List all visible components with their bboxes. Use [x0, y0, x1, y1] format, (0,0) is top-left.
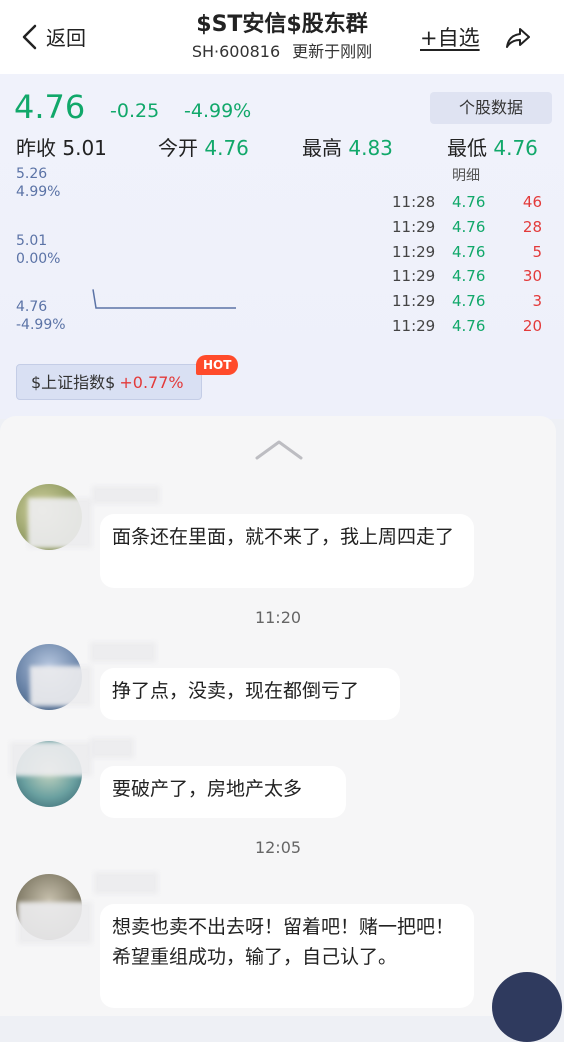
- top-bar: 返回 $ST安信$股东群 SH·600816 更新于刚刚 +自选: [0, 0, 564, 74]
- trade-time: 11:28: [392, 193, 436, 211]
- trade-time: 11:29: [392, 292, 436, 310]
- trade-price: 4.76: [452, 243, 486, 261]
- price-change-percent: -4.99%: [184, 100, 252, 122]
- avatar-blur: [18, 902, 92, 944]
- username-blur: [92, 486, 160, 504]
- last-price: 4.76: [14, 88, 86, 126]
- high-label: 最高: [302, 136, 342, 160]
- trade-row: 11:29 4.76 3: [390, 292, 550, 316]
- username-blur: [94, 872, 158, 894]
- username-blur: [90, 642, 156, 662]
- trade-qty: 20: [522, 317, 542, 335]
- stock-data-button[interactable]: 个股数据: [430, 92, 552, 124]
- avatar-blur: [28, 498, 92, 548]
- y-tick-pct-mid: 0.00%: [16, 251, 61, 267]
- chat-message[interactable]: 面条还在里面，就不来了，我上周四走了: [100, 514, 474, 588]
- update-status: 更新于刚刚: [292, 42, 373, 61]
- trade-row: 11:29 4.76 30: [390, 267, 550, 291]
- index-chip[interactable]: $上证指数$ +0.77%: [16, 364, 202, 400]
- chat-message[interactable]: 想卖也卖不出去呀！留着吧！赌一把吧！希望重组成功，输了，自己认了。: [100, 904, 474, 1008]
- trade-qty: 28: [522, 218, 542, 236]
- trade-qty: 5: [532, 243, 542, 261]
- trade-row: 11:28 4.76 46: [390, 193, 550, 217]
- stock-code: SH·600816: [191, 42, 281, 61]
- add-watchlist-button[interactable]: +自选: [420, 22, 480, 52]
- trade-detail-header: 明细: [452, 168, 480, 184]
- username-blur: [90, 738, 134, 758]
- trade-time: 11:29: [392, 317, 436, 335]
- open: 今开 4.76: [158, 132, 249, 161]
- chat-timestamp: 11:20: [254, 608, 302, 627]
- hot-badge: HOT: [196, 355, 239, 375]
- share-icon[interactable]: [504, 24, 532, 52]
- trade-qty: 3: [532, 292, 542, 310]
- trade-time: 11:29: [392, 267, 436, 285]
- trade-qty: 30: [522, 267, 542, 285]
- y-tick-pct-bottom: -4.99%: [16, 317, 66, 333]
- y-tick-pct-top: 4.99%: [16, 184, 61, 200]
- chat-timestamp: 12:05: [254, 838, 302, 857]
- price-change: -0.25: [110, 100, 160, 122]
- high-value: 4.83: [348, 136, 393, 160]
- open-value: 4.76: [204, 136, 249, 160]
- chevron-up-icon[interactable]: [255, 438, 303, 460]
- trade-qty: 46: [522, 193, 542, 211]
- floating-action-button[interactable]: [492, 972, 562, 1042]
- avatar-blur: [10, 742, 92, 776]
- trade-price: 4.76: [452, 193, 486, 211]
- prev-close-label: 昨收: [16, 136, 56, 160]
- trade-time: 11:29: [392, 218, 436, 236]
- trade-price: 4.76: [452, 317, 486, 335]
- low: 最低 4.76: [447, 132, 538, 161]
- avatar-blur: [30, 666, 92, 706]
- index-change: +0.77%: [119, 373, 184, 392]
- high: 最高 4.83: [302, 132, 393, 161]
- chat-message[interactable]: 挣了点，没卖，现在都倒亏了: [100, 668, 400, 720]
- trade-row: 11:29 4.76 5: [390, 243, 550, 267]
- low-label: 最低: [447, 136, 487, 160]
- y-tick-price-mid: 5.01: [16, 233, 48, 249]
- low-value: 4.76: [493, 136, 538, 160]
- prev-close: 昨收 5.01: [16, 132, 107, 161]
- index-name: $上证指数$: [31, 373, 116, 392]
- trade-row: 11:29 4.76 20: [390, 317, 550, 341]
- y-tick-price-top: 5.26: [16, 166, 48, 182]
- y-tick-price-bottom: 4.76: [16, 299, 48, 315]
- trade-price: 4.76: [452, 267, 486, 285]
- trade-row: 11:29 4.76 28: [390, 218, 550, 242]
- trade-price: 4.76: [452, 218, 486, 236]
- trade-time: 11:29: [392, 243, 436, 261]
- chat-message[interactable]: 要破产了，房地产太多: [100, 766, 346, 818]
- prev-close-value: 5.01: [62, 136, 107, 160]
- open-label: 今开: [158, 136, 198, 160]
- trade-price: 4.76: [452, 292, 486, 310]
